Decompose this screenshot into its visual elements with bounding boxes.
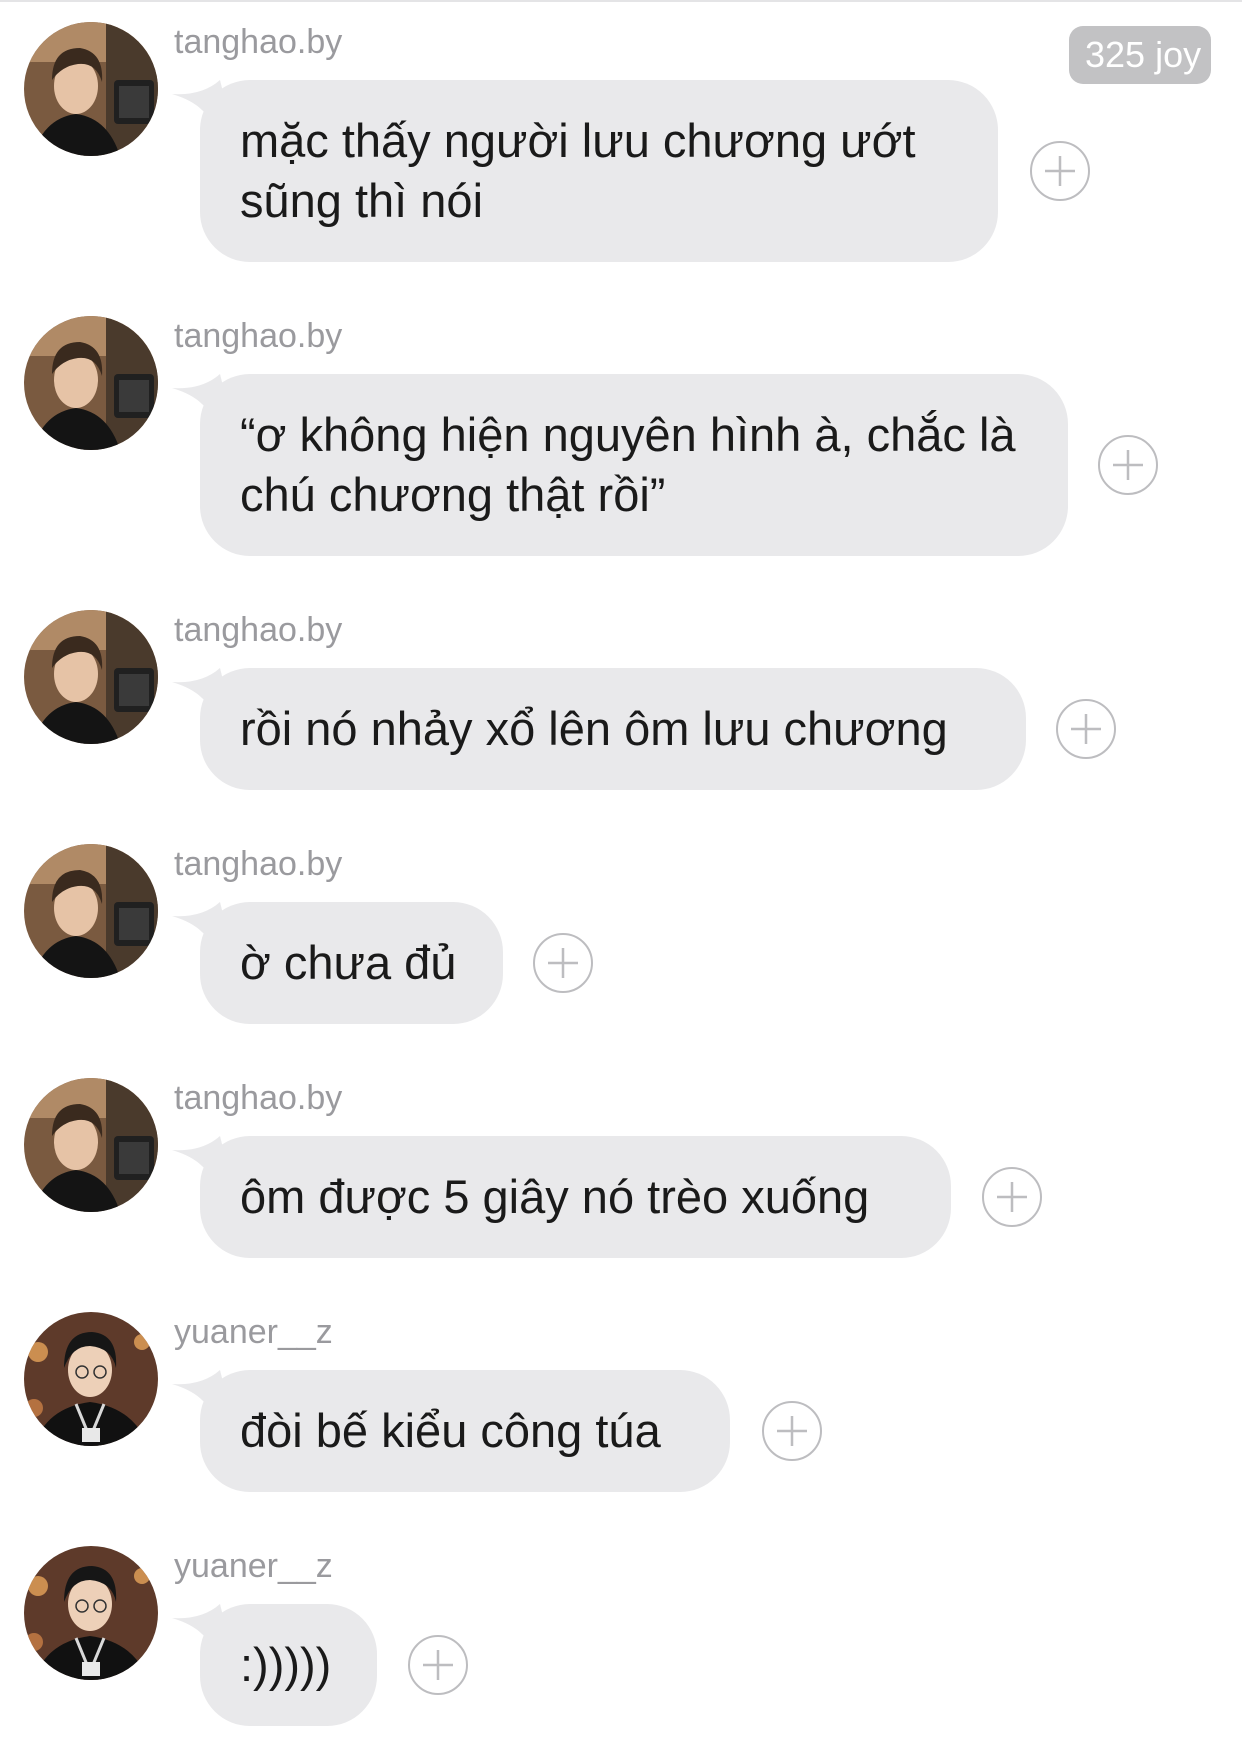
add-reaction-button[interactable]: [1030, 141, 1090, 201]
message-text: ôm được 5 giây nó trèo xuống: [240, 1170, 870, 1223]
bubble-tail: [172, 902, 230, 942]
message-bubble[interactable]: ôm được 5 giây nó trèo xuống: [172, 1136, 951, 1258]
avatar-yuaner[interactable]: [24, 1312, 158, 1446]
plus-circle-icon: [1045, 156, 1075, 186]
message-username: tanghao.by: [174, 23, 343, 61]
plus-circle-icon: [1113, 450, 1143, 480]
message-username: yuaner__z: [174, 1547, 333, 1585]
bubble-tail: [172, 1136, 230, 1176]
add-reaction-button[interactable]: [1098, 435, 1158, 495]
message-text: rồi nó nhảy xổ lên ôm lưu chương: [240, 702, 948, 755]
message-bubble[interactable]: ờ chưa đủ: [172, 902, 503, 1024]
message-bubble[interactable]: đòi bế kiểu công túa: [172, 1370, 730, 1492]
message-username: tanghao.by: [174, 611, 343, 649]
bubble-tail: [172, 80, 230, 120]
add-reaction-button[interactable]: [1056, 699, 1116, 759]
plus-circle-icon: [997, 1182, 1027, 1212]
message-text: ờ chưa đủ: [240, 936, 457, 989]
message-bubble[interactable]: rồi nó nhảy xổ lên ôm lưu chương: [172, 668, 1026, 790]
add-reaction-button[interactable]: [982, 1167, 1042, 1227]
plus-circle-icon: [548, 948, 578, 978]
reaction-count-badge: 325 joy: [1069, 26, 1212, 84]
plus-circle-icon: [423, 1650, 453, 1680]
plus-circle-icon: [1071, 714, 1101, 744]
message-text: “ơ không hiện nguyên hình à, chắc là chú…: [240, 408, 1016, 521]
avatar-tanghao[interactable]: [24, 1078, 158, 1212]
add-reaction-button[interactable]: [533, 933, 593, 993]
avatar-tanghao[interactable]: [24, 844, 158, 978]
message-text: đòi bế kiểu công túa: [240, 1404, 661, 1457]
message-username: yuaner__z: [174, 1313, 333, 1351]
add-reaction-button[interactable]: [408, 1635, 468, 1695]
bubble-tail: [172, 1370, 230, 1410]
top-divider: [0, 0, 1242, 2]
message-bubble[interactable]: “ơ không hiện nguyên hình à, chắc là chú…: [172, 374, 1068, 556]
message-username: tanghao.by: [174, 317, 343, 355]
avatar-tanghao[interactable]: [24, 22, 158, 156]
message-bubble[interactable]: mặc thấy người lưu chương ướt sũng thì n…: [172, 80, 998, 262]
bubble-tail: [172, 668, 230, 708]
avatar-tanghao[interactable]: [24, 610, 158, 744]
message-text: mặc thấy người lưu chương ướt sũng thì n…: [240, 114, 916, 227]
message-username: tanghao.by: [174, 845, 343, 883]
bubble-tail: [172, 374, 230, 414]
add-reaction-button[interactable]: [762, 1401, 822, 1461]
avatar-tanghao[interactable]: [24, 316, 158, 450]
message-bubble[interactable]: :))))): [172, 1604, 377, 1726]
message-text: :))))): [240, 1638, 332, 1691]
bubble-tail: [172, 1604, 230, 1644]
avatar-yuaner[interactable]: [24, 1546, 158, 1680]
plus-circle-icon: [777, 1416, 807, 1446]
message-username: tanghao.by: [174, 1079, 343, 1117]
